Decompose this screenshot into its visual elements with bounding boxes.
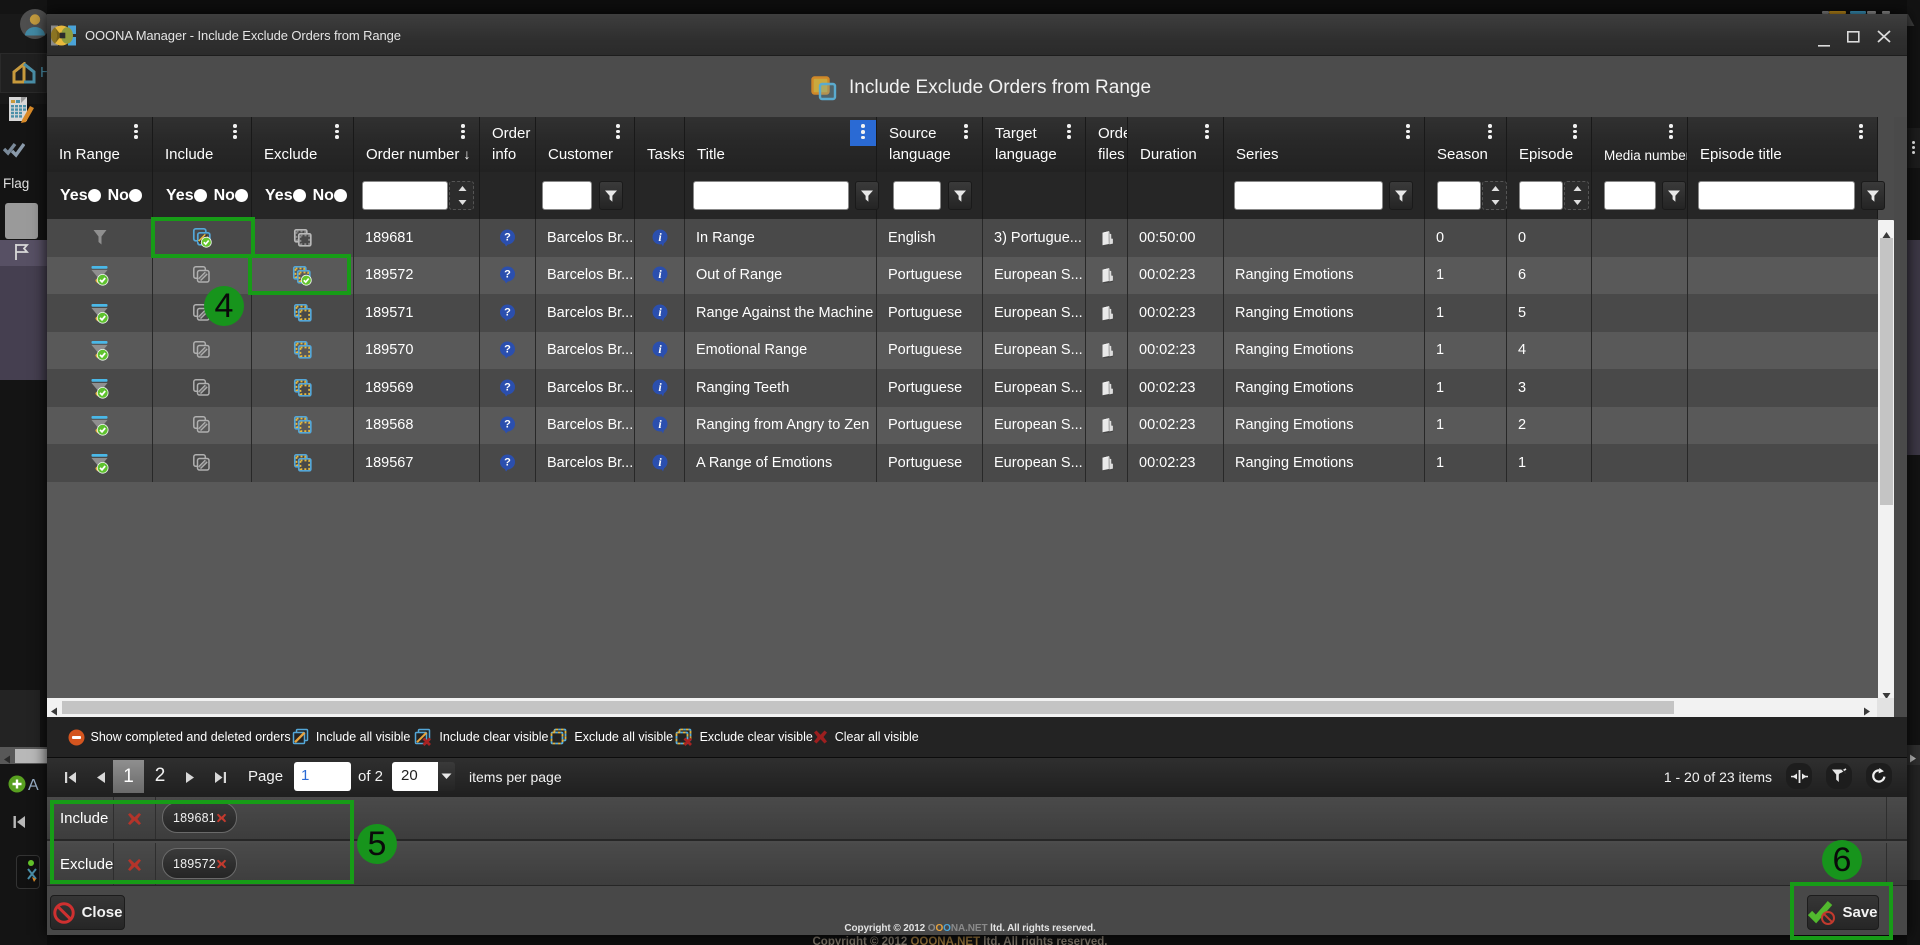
- svg-text:?: ?: [504, 344, 511, 356]
- svg-text:?: ?: [504, 269, 511, 281]
- svg-text:?: ?: [504, 231, 511, 243]
- svg-text:?: ?: [504, 419, 511, 431]
- svg-text:?: ?: [504, 381, 511, 393]
- svg-text:?: ?: [504, 306, 511, 318]
- svg-text:?: ?: [504, 456, 511, 468]
